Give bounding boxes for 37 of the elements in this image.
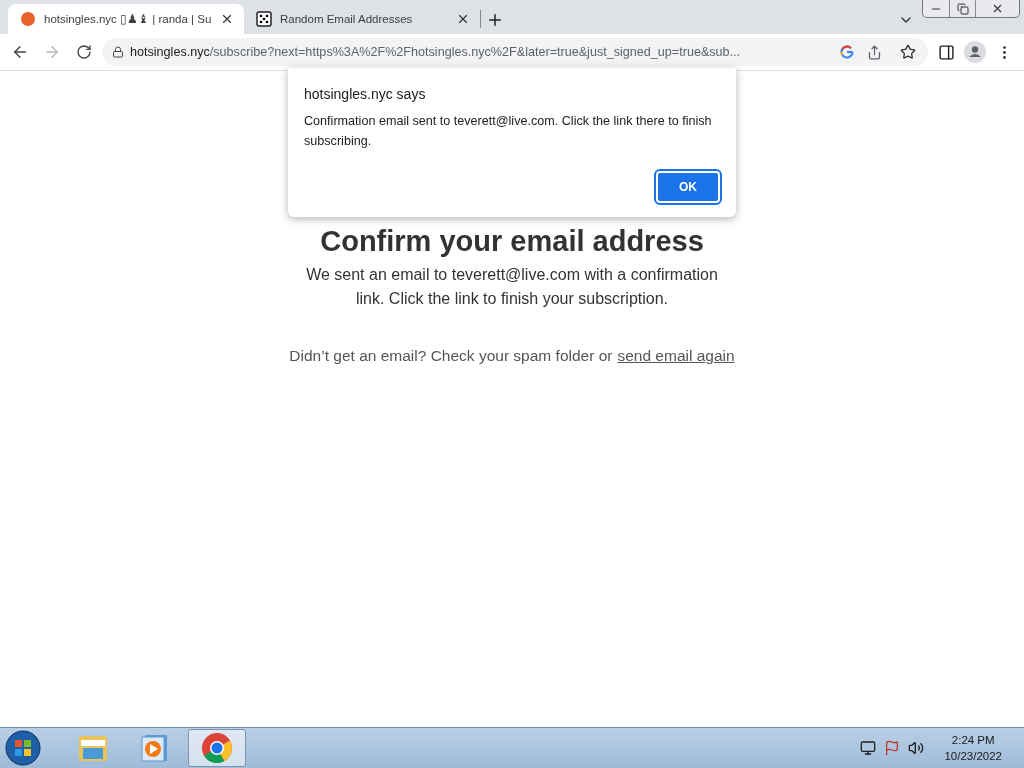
action-center-flag-icon[interactable] bbox=[884, 740, 901, 756]
confirmation-message: We sent an email to teverett@live.com with a confirmation link. Click the link to finish your subscription. bbox=[305, 265, 719, 309]
page-heading: Confirm your email address bbox=[320, 224, 704, 259]
spam-hint-text: Didn’t get an email? Check your spam folder or bbox=[289, 347, 613, 365]
close-window-icon[interactable] bbox=[991, 2, 1004, 15]
restore-icon[interactable] bbox=[956, 2, 969, 15]
lock-icon bbox=[112, 46, 124, 58]
tab-title: hotsingles.nyc ▯♟♝ | randa | Su bbox=[44, 12, 212, 26]
volume-icon[interactable] bbox=[908, 740, 925, 756]
dialog-message: Confirmation email sent to teverett@live.com. Click the link there to finish subscribing. bbox=[304, 113, 713, 150]
close-icon[interactable] bbox=[456, 12, 470, 26]
address-bar[interactable]: hotsingles.nyc/subscribe?next=https%3A%2F%2Fhotsingles.nyc%2F&later=true&just_signed_up=true&sub... bbox=[102, 38, 928, 66]
bookmark-star-icon[interactable] bbox=[900, 44, 916, 60]
ok-button[interactable]: OK bbox=[656, 171, 720, 203]
profile-avatar-icon[interactable] bbox=[964, 41, 986, 63]
taskbar-app[interactable] bbox=[188, 729, 246, 767]
start-orb-icon[interactable] bbox=[4, 729, 42, 767]
side-panel-icon[interactable] bbox=[937, 43, 955, 61]
browser-tab[interactable]: hotsingles.nyc ▯♟♝ | randa | Su bbox=[8, 4, 244, 34]
resend-email-link[interactable]: send email again bbox=[617, 347, 735, 365]
back-icon[interactable] bbox=[11, 43, 29, 61]
folder-icon[interactable] bbox=[77, 733, 109, 763]
google-icon[interactable] bbox=[840, 45, 854, 59]
close-icon[interactable] bbox=[220, 12, 234, 26]
taskbar-clock[interactable]: 2:24 PM 10/23/2022 bbox=[944, 732, 1002, 764]
face-emoji-icon bbox=[20, 11, 36, 27]
network-icon[interactable] bbox=[860, 740, 877, 756]
new-tab-icon[interactable] bbox=[486, 11, 504, 29]
url-text: hotsingles.nyc/subscribe?next=https%3A%2F%2Fhotsingles.nyc%2F&later=true&just_signed_up=true&sub... bbox=[130, 45, 742, 59]
chrome-icon[interactable] bbox=[201, 732, 233, 764]
dice-icon bbox=[256, 11, 272, 27]
tab-title: Random Email Addresses bbox=[280, 13, 414, 25]
browser-tab[interactable]: Random Email Addresses bbox=[244, 4, 480, 34]
share-icon[interactable] bbox=[866, 44, 882, 60]
reload-icon[interactable] bbox=[76, 44, 92, 60]
dialog-title: hotsingles.nyc says bbox=[304, 86, 427, 102]
media-player-icon[interactable] bbox=[140, 733, 170, 763]
